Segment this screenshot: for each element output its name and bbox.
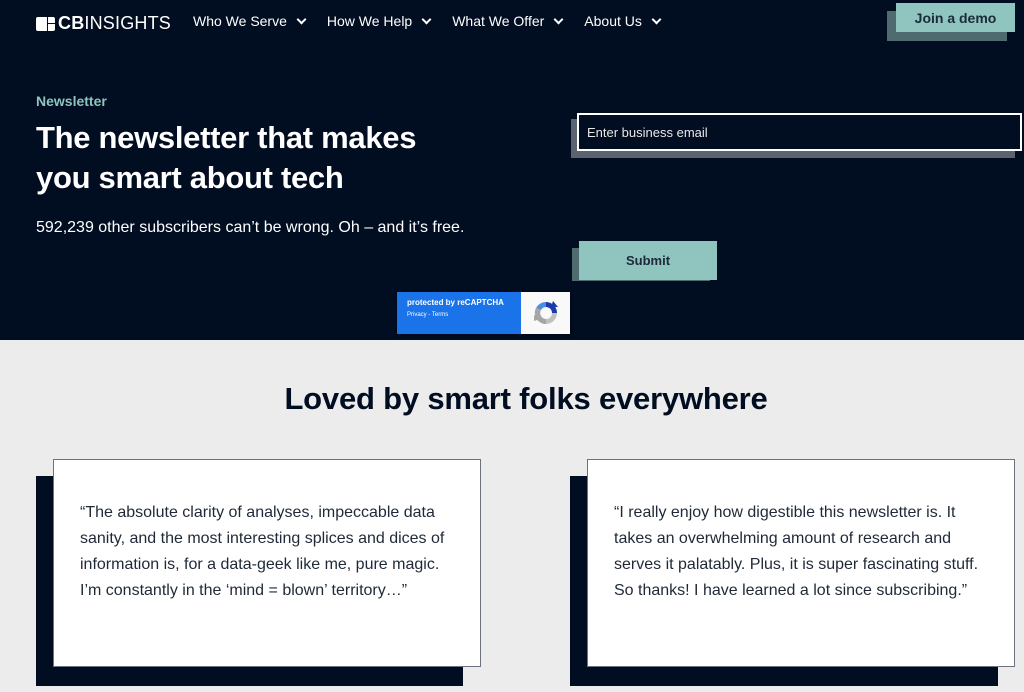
logo-text: CBINSIGHTS: [58, 13, 172, 33]
chevron-down-icon: [421, 14, 432, 24]
recaptcha-privacy-terms-link[interactable]: Privacy - Terms: [407, 312, 521, 318]
testimonials-title: Loved by smart folks everywhere: [284, 381, 768, 416]
hero-section: CBINSIGHTS Who We Serve How We Help What…: [0, 0, 1024, 340]
chevron-down-icon: [553, 14, 564, 24]
nav-about-us[interactable]: About Us: [584, 12, 662, 30]
main-nav: Who We Serve How We Help What We Offer A…: [193, 12, 682, 30]
nav-who-we-serve[interactable]: Who We Serve: [193, 12, 307, 30]
newsletter-eyebrow: Newsletter: [36, 93, 107, 109]
join-demo-button[interactable]: Join a demo: [896, 3, 1015, 32]
testimonial-quote: “The absolute clarity of analyses, impec…: [80, 504, 445, 599]
recaptcha-text: protected by reCAPTCHA Privacy - Terms: [397, 292, 521, 334]
subscriber-count-text: 592,239 other subscribers can’t be wrong…: [36, 219, 465, 236]
nav-how-we-help[interactable]: How We Help: [326, 12, 432, 30]
submit-button[interactable]: Submit: [579, 241, 717, 280]
nav-what-we-offer[interactable]: What We Offer: [452, 12, 564, 30]
email-field[interactable]: [577, 113, 1022, 151]
nav-label: About Us: [584, 13, 642, 29]
testimonial-card: “The absolute clarity of analyses, impec…: [53, 459, 481, 667]
cb-insights-logo[interactable]: CBINSIGHTS: [36, 13, 171, 34]
nav-label: How We Help: [326, 13, 413, 29]
chevron-down-icon: [296, 14, 307, 24]
testimonial-quote: “I really enjoy how digestible this news…: [614, 504, 979, 599]
logo-mark-icon: [36, 16, 55, 31]
nav-label: Who We Serve: [193, 13, 287, 29]
nav-label: What We Offer: [452, 13, 545, 29]
recaptcha-protected-label: protected by reCAPTCHA: [407, 298, 504, 307]
page-title: The newsletter that makes you smart abou…: [36, 120, 417, 195]
chevron-down-icon: [651, 14, 662, 24]
recaptcha-icon: [521, 292, 570, 334]
recaptcha-badge[interactable]: protected by reCAPTCHA Privacy - Terms: [397, 292, 570, 334]
testimonial-card: “I really enjoy how digestible this news…: [587, 459, 1015, 667]
